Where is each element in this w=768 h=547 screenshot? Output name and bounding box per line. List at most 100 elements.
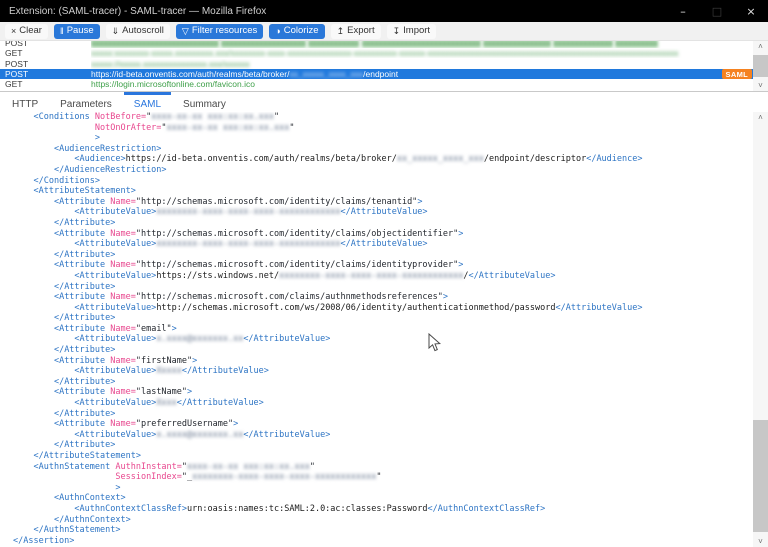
request-list: POSTxxxxxxxxxxxxxxxxxxxxxxxxxxxxxx xxxxx…	[0, 41, 768, 92]
xml-line: <AttributeValue>Xxxxx</AttributeValue>	[13, 366, 753, 377]
xml-line: <Conditions NotBefore="xxxx-xx-xx xxx:xx…	[13, 112, 753, 123]
request-method: POST	[0, 59, 91, 69]
autoscroll-button[interactable]: ⇓Autoscroll	[106, 24, 170, 39]
xml-line: </Attribute>	[13, 313, 753, 324]
export-button-label: Export	[347, 26, 374, 36]
xml-line: SessionIndex="_xxxxxxxx-xxxx-xxxx-xxxx-x…	[13, 472, 753, 483]
filter-resources-button[interactable]: ▽Filter resources	[176, 24, 263, 39]
scroll-up-button[interactable]: ˄	[753, 112, 768, 123]
scrollbar-thumb[interactable]	[753, 55, 768, 77]
xml-line: >	[13, 133, 753, 144]
request-url: https://id-beta.onventis.com/auth/realms…	[91, 69, 753, 79]
request-method: GET	[0, 48, 91, 58]
xml-line: </AudienceRestriction>	[13, 165, 753, 176]
xml-line: <AuthnStatement AuthnInstant="xxxx-xx-xx…	[13, 462, 753, 473]
window-titlebar: Extension: (SAML-tracer) - SAML-tracer —…	[0, 0, 768, 22]
xml-line: </AttributeStatement>	[13, 451, 753, 462]
pause-button[interactable]: ‖Pause	[54, 24, 100, 39]
window-title: Extension: (SAML-tracer) - SAML-tracer —…	[0, 6, 666, 17]
xml-line: <AuthnContext>	[13, 493, 753, 504]
xml-line: <AttributeValue>http://schemas.microsoft…	[13, 303, 753, 314]
xml-line: <Attribute Name="http://schemas.microsof…	[13, 229, 753, 240]
colorize-icon: ◑	[275, 27, 280, 36]
request-method: GET	[0, 79, 91, 89]
export-button[interactable]: ↥Export	[331, 24, 381, 39]
clear-icon: ×	[11, 27, 16, 36]
tab-http[interactable]: HTTP	[2, 92, 48, 112]
xml-line: <AttributeValue>x.xxxx@xxxxxxx.xx</Attri…	[13, 334, 753, 345]
xml-line: <AttributeValue>Xxxx</AttributeValue>	[13, 398, 753, 409]
request-rows: POSTxxxxxxxxxxxxxxxxxxxxxxxxxxxxxx xxxxx…	[0, 41, 753, 89]
xml-line: <Audience>https://id-beta.onventis.com/a…	[13, 154, 753, 165]
saml-badge: SAML	[722, 69, 752, 79]
colorize-button-label: Colorize	[284, 26, 319, 36]
autoscroll-button-label: Autoscroll	[122, 26, 164, 36]
filter-funnel-icon: ▽	[182, 27, 189, 36]
request-row[interactable]: POSTxxxxx://xxxxx.xxxxxxxxxxxxxxx.xxx/xx…	[0, 59, 753, 69]
autoscroll-down-icon: ⇓	[112, 27, 120, 36]
request-row[interactable]: POSTxxxxxxxxxxxxxxxxxxxxxxxxxxxxxx xxxxx…	[0, 41, 753, 48]
xml-line: <Attribute Name="preferredUsername">	[13, 419, 753, 430]
xml-line: <Attribute Name="http://schemas.microsof…	[13, 197, 753, 208]
xml-line: <AudienceRestriction>	[13, 144, 753, 155]
xml-line: <AttributeStatement>	[13, 186, 753, 197]
tab-parameters[interactable]: Parameters	[50, 92, 122, 112]
clear-button[interactable]: ×Clear	[5, 24, 48, 39]
xml-line: <Attribute Name="firstName">	[13, 356, 753, 367]
xml-line: </Attribute>	[13, 377, 753, 388]
request-url: xxxxx://xxxxx.xxxxxxxxxxxxxxx.xxx/xxxxxx	[91, 59, 753, 69]
xml-line: </Conditions>	[13, 176, 753, 187]
tab-saml[interactable]: SAML	[124, 92, 171, 112]
xml-scrollbar[interactable]: ˄ ˅	[753, 112, 768, 547]
request-url: xxxxxxxxxxxxxxxxxxxxxxxxxxxxxx xxxxxxxxx…	[91, 41, 753, 48]
xml-line: </Attribute>	[13, 345, 753, 356]
xml-line: <Attribute Name="email">	[13, 324, 753, 335]
maximize-button[interactable]: □	[700, 0, 734, 22]
xml-line: <AttributeValue>xxxxxxxx-xxxx-xxxx-xxxx-…	[13, 207, 753, 218]
xml-line: <AttributeValue>https://sts.windows.net/…	[13, 271, 753, 282]
export-up-icon: ↥	[337, 27, 345, 36]
xml-line: </Assertion>	[13, 536, 753, 547]
chevron-up-icon: ˄	[758, 113, 763, 122]
request-list-scrollbar[interactable]: ˄ ˅	[753, 41, 768, 91]
xml-line: >	[13, 483, 753, 494]
request-method: POST	[0, 69, 91, 79]
request-row[interactable]: GEThttps://login.microsoftonline.com/fav…	[0, 79, 753, 89]
xml-line: </AuthnContext>	[13, 515, 753, 526]
saml-xml-view: <Conditions NotBefore="xxxx-xx-xx xxx:xx…	[0, 112, 753, 547]
request-row[interactable]: GETxxxxx:xxxxxxxx-xxxxx.xxxxxxxxx.xxx/xx…	[0, 48, 753, 58]
import-button[interactable]: ↧Import	[387, 24, 436, 39]
request-url: xxxxx:xxxxxxxx-xxxxx.xxxxxxxxx.xxx/xxxxx…	[91, 48, 753, 58]
xml-line: <AttributeValue>xxxxxxxx-xxxx-xxxx-xxxx-…	[13, 239, 753, 250]
xml-line: <Attribute Name="http://schemas.microsof…	[13, 292, 753, 303]
close-button[interactable]: ×	[734, 0, 768, 22]
xml-line: <AuthnContextClassRef>urn:oasis:names:tc…	[13, 504, 753, 515]
toolbar: ×Clear ‖Pause ⇓Autoscroll ▽Filter resources…	[0, 22, 768, 41]
pause-icon: ‖	[60, 27, 64, 36]
import-down-icon: ↧	[393, 27, 401, 36]
minimize-button[interactable]: –	[666, 0, 700, 22]
clear-button-label: Clear	[19, 26, 42, 36]
xml-line: <AttributeValue>x.xxxx@xxxxxxx.xx</Attri…	[13, 430, 753, 441]
window-controls: –□×	[666, 0, 768, 22]
xml-line: </Attribute>	[13, 250, 753, 261]
xml-line: <Attribute Name="http://schemas.microsof…	[13, 260, 753, 271]
xml-line: </AuthnStatement>	[13, 525, 753, 536]
xml-line: <Attribute Name="lastName">	[13, 387, 753, 398]
detail-tabs: HTTPParametersSAMLSummary	[0, 92, 768, 112]
xml-line: </Attribute>	[13, 282, 753, 293]
colorize-button[interactable]: ◑ Colorize	[269, 24, 324, 39]
chevron-up-icon: ˄	[758, 42, 763, 51]
scrollbar-thumb[interactable]	[753, 420, 768, 532]
scroll-up-button[interactable]: ˄	[753, 41, 768, 52]
xml-line: </Attribute>	[13, 409, 753, 420]
import-button-label: Import	[403, 26, 430, 36]
request-row[interactable]: POSThttps://id-beta.onventis.com/auth/re…	[0, 69, 753, 79]
request-method: POST	[0, 41, 91, 48]
scroll-down-button[interactable]: ˅	[753, 536, 768, 547]
scroll-down-button[interactable]: ˅	[753, 80, 768, 91]
tab-summary[interactable]: Summary	[173, 92, 236, 112]
xml-line: </Attribute>	[13, 440, 753, 451]
xml-line: NotOnOrAfter="xxxx-xx-xx xxx:xx:xx.xxx"	[13, 123, 753, 134]
xml-line: </Attribute>	[13, 218, 753, 229]
